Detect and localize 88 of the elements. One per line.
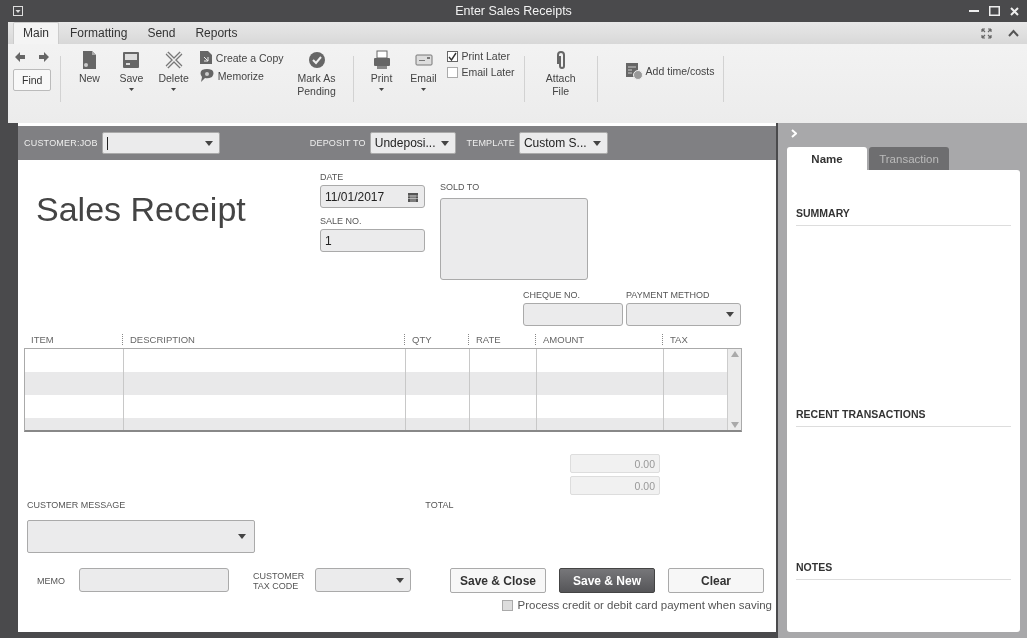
column-header: TAX (662, 333, 726, 345)
field-label: CUSTOMER MESSAGE (27, 500, 126, 510)
column-header: QTY (404, 333, 468, 345)
ribbon-tab[interactable]: Reports (186, 23, 247, 44)
deposit-to-dropdown[interactable]: Undeposi... (369, 132, 457, 154)
maximize-icon[interactable] (989, 6, 1000, 16)
column-header: AMOUNT (535, 333, 662, 345)
section-heading: RECENT TRANSACTIONS (796, 408, 926, 420)
total-field: 0.00 (570, 476, 660, 495)
caret-icon (238, 534, 246, 539)
payment-method-dropdown[interactable] (626, 303, 741, 326)
action-button[interactable]: Clear (668, 568, 764, 593)
cheque-number-field[interactable] (523, 303, 623, 326)
column-header: ITEM (30, 333, 55, 345)
scrollbar[interactable] (727, 349, 741, 430)
field-label: TEMPLATE (466, 138, 515, 148)
find-button[interactable]: Find (13, 69, 52, 91)
caret-icon (441, 140, 450, 146)
ribbon-tab[interactable]: Formatting (61, 23, 137, 44)
collapse-icon[interactable] (1008, 29, 1019, 37)
caret-icon (421, 87, 426, 91)
sold-to-field[interactable] (440, 198, 588, 280)
field-label: DEPOSIT TO (309, 138, 366, 148)
field-label: CUSTOMER:JOB (24, 138, 98, 148)
customer-job-dropdown[interactable] (101, 132, 220, 154)
section-heading: NOTES (796, 561, 833, 573)
field-label: SOLD TO (440, 182, 481, 192)
toolbar-button[interactable]: Email (404, 50, 443, 91)
total-field: 0.00 (570, 454, 660, 473)
back-forward-arrows-icon[interactable] (15, 52, 50, 62)
toolbar-button[interactable]: Mark As Pending (289, 50, 344, 98)
window-title: Enter Sales Receipts (455, 4, 572, 18)
column-header: DESCRIPTION (122, 333, 404, 345)
checkbox[interactable] (446, 66, 458, 78)
field-label: CHEQUE NO. (523, 290, 581, 300)
column-header: RATE (468, 333, 535, 345)
checkbox[interactable] (446, 50, 458, 62)
panel-tab[interactable]: Name (787, 147, 867, 170)
scroll-up-icon[interactable] (730, 351, 739, 357)
toolbar-button[interactable]: Attach File (533, 50, 588, 98)
checkbox-label: Process credit or debit card payment when saving (517, 599, 772, 611)
caret-icon (592, 140, 601, 146)
window-menu-icon[interactable] (13, 6, 23, 16)
toolbar-button[interactable]: Add time/costs (606, 50, 715, 80)
document-icon (198, 50, 213, 65)
form-title: Sales Receipt (36, 189, 247, 230)
caret-icon (171, 87, 177, 91)
check-circle-icon (306, 50, 327, 70)
action-button[interactable]: Save & Close (450, 568, 546, 593)
speech-bubble-icon (198, 69, 215, 83)
action-button[interactable]: Save & New (559, 568, 655, 593)
customer-message-dropdown[interactable] (27, 520, 255, 553)
toolbar-button[interactable]: New (70, 50, 109, 85)
close-icon[interactable] (1010, 6, 1019, 16)
caret-icon (204, 140, 213, 146)
calculator-clock-icon (624, 62, 643, 80)
toolbar-button[interactable]: Print (362, 50, 401, 91)
toolbar-button[interactable]: Memorize (196, 69, 286, 83)
toolbar-button[interactable]: Delete (154, 50, 193, 91)
field-label: SALE NO. (320, 216, 363, 226)
toolbar-button[interactable]: Create a Copy (196, 50, 286, 65)
total-label: TOTAL (425, 500, 454, 510)
caret-icon (128, 87, 134, 91)
expand-icon[interactable] (981, 27, 992, 39)
memo-field[interactable] (79, 568, 229, 592)
caret-icon (396, 577, 404, 583)
date-field[interactable]: 11/01/2017 (320, 185, 425, 208)
field-label: MEMO (37, 576, 65, 586)
field-label: CUSTOMER TAX CODE (253, 571, 306, 592)
toolbar-button[interactable]: Save (112, 50, 151, 91)
template-dropdown[interactable]: Custom S... (518, 132, 608, 154)
field-label: DATE (320, 172, 345, 182)
checkbox-label: Email Later (461, 66, 515, 78)
field-label: PAYMENT METHOD (626, 290, 711, 300)
caret-icon (379, 87, 384, 91)
ribbon-tab[interactable]: Send (138, 23, 185, 44)
chevron-right-icon[interactable] (791, 129, 797, 138)
ribbon-tab[interactable]: Main (13, 22, 59, 44)
caret-icon (726, 312, 734, 317)
checkbox[interactable] (501, 599, 513, 611)
x-icon (163, 50, 184, 70)
scroll-down-icon[interactable] (730, 422, 739, 428)
calendar-icon[interactable] (408, 191, 418, 202)
sale-number-field[interactable]: 1 (320, 229, 425, 252)
section-heading: SUMMARY (796, 207, 850, 219)
checkbox-label: Print Later (461, 50, 510, 62)
printer-icon (371, 50, 392, 70)
tax-code-dropdown[interactable] (315, 568, 411, 592)
